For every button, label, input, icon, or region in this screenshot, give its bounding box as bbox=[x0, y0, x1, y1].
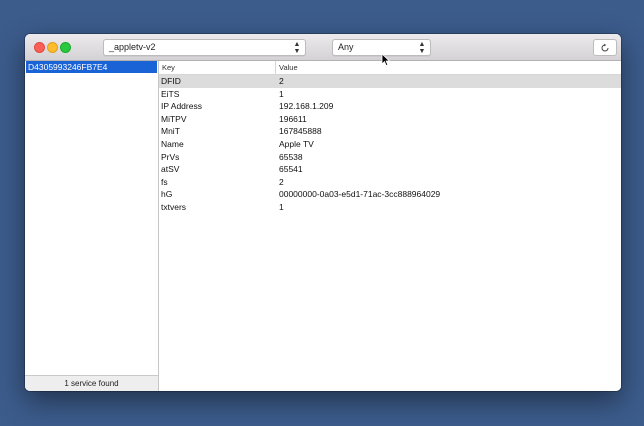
refresh-button[interactable] bbox=[593, 39, 617, 56]
refresh-icon bbox=[601, 43, 609, 51]
cell-value: 65538 bbox=[279, 151, 303, 162]
table-body: DFID 2 EiTS 1 IP Address 192.168.1.209 MiTPV 19… bbox=[159, 75, 621, 214]
cell-value: 65541 bbox=[279, 164, 303, 175]
cell-key: MniT bbox=[161, 126, 180, 137]
cell-key: Name bbox=[161, 138, 184, 149]
table-row[interactable]: PrVs 65538 bbox=[159, 151, 621, 164]
column-header-value[interactable]: Value bbox=[276, 61, 621, 74]
table-row[interactable]: IP Address 192.168.1.209 bbox=[159, 100, 621, 113]
cell-value: 1 bbox=[279, 88, 284, 99]
title-bar: _appletv-v2 ▲ ▼ Any ▲ ▼ bbox=[25, 34, 621, 61]
cell-key: atSV bbox=[161, 164, 180, 175]
service-type-value: _appletv-v2 bbox=[109, 42, 156, 52]
table-row[interactable]: Name Apple TV bbox=[159, 138, 621, 151]
cell-value: 196611 bbox=[279, 113, 307, 124]
close-icon[interactable] bbox=[34, 42, 45, 53]
cell-key: DFID bbox=[161, 76, 181, 86]
cell-value: 192.168.1.209 bbox=[279, 101, 334, 112]
cell-key: EiTS bbox=[161, 88, 180, 99]
mouse-cursor-icon bbox=[381, 53, 391, 67]
table-row[interactable]: atSV 65541 bbox=[159, 163, 621, 176]
interface-value: Any bbox=[338, 42, 354, 52]
cell-key: fs bbox=[161, 176, 168, 187]
chevron-updown-icon: ▲ ▼ bbox=[293, 40, 301, 55]
zoom-icon[interactable] bbox=[60, 42, 71, 53]
app-window: _appletv-v2 ▲ ▼ Any ▲ ▼ D4305993246FB7E4 1… bbox=[25, 34, 621, 391]
table-row[interactable]: MniT 167845888 bbox=[159, 125, 621, 138]
cell-value: 167845888 bbox=[279, 126, 322, 137]
table-row[interactable]: DFID 2 bbox=[159, 75, 621, 88]
table-row[interactable]: txtvers 1 bbox=[159, 201, 621, 214]
minimize-icon[interactable] bbox=[47, 42, 58, 53]
cell-value: 2 bbox=[279, 76, 284, 86]
service-type-select[interactable]: _appletv-v2 ▲ ▼ bbox=[103, 39, 306, 56]
table-row[interactable]: hG 00000000-0a03-e5d1-71ac-3cc888964029 bbox=[159, 188, 621, 201]
cell-key: PrVs bbox=[161, 151, 180, 162]
table-row[interactable]: EiTS 1 bbox=[159, 88, 621, 101]
table-row[interactable]: fs 2 bbox=[159, 176, 621, 189]
txt-record-table: Key Value DFID 2 EiTS 1 IP Address 192.168.1.… bbox=[159, 61, 621, 391]
cell-key: MiTPV bbox=[161, 113, 187, 124]
table-row[interactable]: MiTPV 196611 bbox=[159, 113, 621, 126]
cell-value: Apple TV bbox=[279, 138, 314, 149]
service-count-status: 1 service found bbox=[25, 375, 158, 391]
cell-key: hG bbox=[161, 189, 173, 200]
service-list-sidebar: D4305993246FB7E4 1 service found bbox=[25, 61, 159, 391]
cell-value: 00000000-0a03-e5d1-71ac-3cc888964029 bbox=[279, 189, 441, 200]
cell-value: 2 bbox=[279, 176, 284, 187]
cell-value: 1 bbox=[279, 201, 284, 212]
column-header-key[interactable]: Key bbox=[159, 61, 276, 74]
chevron-updown-icon: ▲ ▼ bbox=[418, 40, 426, 55]
cell-key: txtvers bbox=[161, 201, 187, 212]
cell-key: IP Address bbox=[161, 101, 202, 112]
service-list-item[interactable]: D4305993246FB7E4 bbox=[26, 61, 157, 73]
